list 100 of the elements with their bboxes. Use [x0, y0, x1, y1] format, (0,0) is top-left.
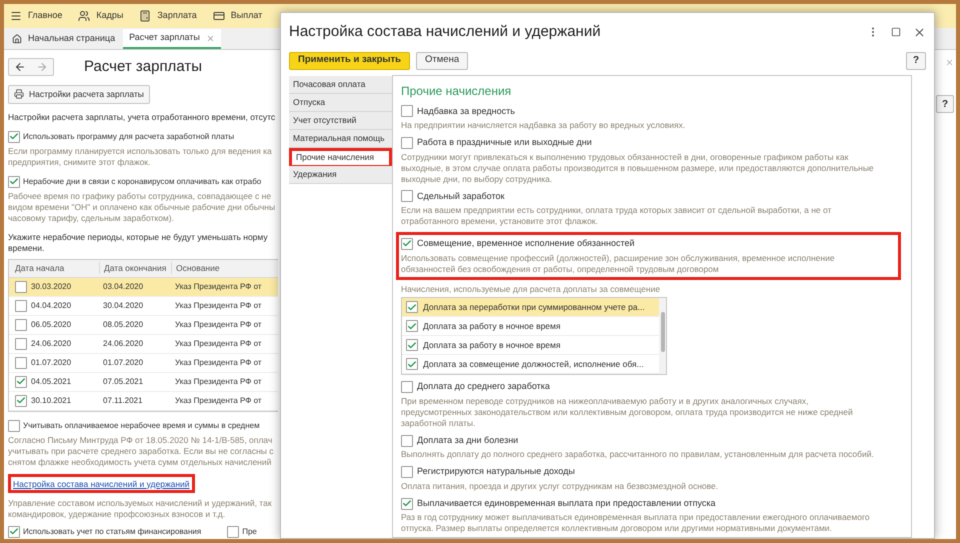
checkbox[interactable] [401, 434, 413, 446]
checkbox[interactable] [406, 301, 418, 314]
home-icon [12, 34, 22, 44]
option-hint: Использовать совмещение профессий (должностей), расширение зон обслуживания, временное исполнение обязанностей без освобождения от работы, определенной трудовым договором [401, 252, 836, 274]
checkbox[interactable] [227, 526, 240, 538]
table-cell: 30.03.2020 [31, 280, 72, 292]
checkbox[interactable] [15, 338, 27, 350]
menu-section-icon [78, 10, 90, 22]
section-heading: Прочие начисления [401, 82, 512, 100]
menu-item[interactable]: Кадры [78, 9, 124, 23]
table-cell: 24.06.2020 [31, 338, 72, 350]
menu-item[interactable]: Главное [10, 9, 62, 23]
option-label: Совмещение, временное исполнение обязанностей [417, 237, 635, 250]
checkbox[interactable] [401, 136, 413, 149]
list-item[interactable]: Доплата за совмещение должностей, исполнение обя... [402, 355, 659, 374]
menu-item[interactable]: Зарплата [139, 9, 197, 23]
table-cell-text: 30.04.2020 [102, 300, 144, 312]
section-tab[interactable]: Отпуска [289, 94, 392, 112]
menu-item[interactable]: Выплат [212, 9, 262, 23]
apply-and-close-button[interactable]: Применить и закрыть [289, 52, 410, 70]
hint-text: Согласно Письму Минтруда РФ от 18.05.2020 № 14-1/В-585, оплач учитывать при расчете среднего заработка. Если вы не согласны с снятом флажке необходимость учета сумм отдельных начислений [8, 434, 275, 468]
table-cell: 04.04.2020 [31, 300, 72, 312]
list-item-label: Доплата за переработки при суммированном учете ра... [423, 300, 645, 314]
section-tab[interactable]: Материальная помощь [289, 130, 392, 148]
settings-button[interactable]: Настройки расчета зарплаты [8, 84, 150, 104]
page-tab[interactable]: Расчет зарплаты [123, 29, 221, 49]
table-cell-text: 24.06.2020 [102, 338, 144, 350]
list-item-label: Доплата за работу в ночное время [423, 338, 560, 352]
checkbox[interactable] [401, 190, 413, 202]
cancel-button[interactable]: Отмена [416, 52, 468, 70]
option-hint: На предприятии начисляется надбавка за работу во вредных условиях. [401, 120, 686, 131]
table-row[interactable]: 04.05.2021 07.05.2021 Указ Президента РФ от [9, 372, 278, 392]
table-cell: 30.10.2021 [31, 394, 72, 406]
maximize-icon[interactable] [891, 27, 901, 38]
table-row[interactable]: 06.05.2020 08.05.2020 Указ Президента РФ от [9, 316, 278, 334]
checkbox[interactable] [8, 526, 20, 538]
option-label: Регистрируются натуральные доходы [417, 465, 575, 478]
table-row[interactable]: 01.07.2020 01.07.2020 Указ Президента РФ от [9, 354, 278, 372]
table-row[interactable]: 30.10.2021 07.11.2021 Указ Президента РФ от [9, 392, 278, 410]
option-label: Доплата до среднего заработка [417, 380, 550, 394]
checkbox[interactable] [8, 130, 20, 142]
checkbox[interactable] [8, 420, 20, 432]
table-cell-text: 08.05.2020 [102, 318, 144, 330]
checkbox[interactable] [15, 280, 27, 292]
hint-text: Если программу планируется использовать только для ведения ка предприятия, снимите этот флажок. [8, 146, 273, 168]
checkbox[interactable] [401, 381, 413, 393]
scrollbar[interactable] [659, 298, 666, 374]
checkbox[interactable] [15, 300, 27, 312]
list-item[interactable]: Доплата за переработки при суммированном учете ра... [402, 298, 659, 318]
option-hint: Оплата питания, проезда и других услуг сотрудникам на безвозмездной основе. [401, 480, 720, 492]
table-cell-text: Указ Президента РФ от [174, 318, 262, 330]
section-tab[interactable]: Учет отсутствий [289, 112, 392, 130]
checkbox[interactable] [15, 356, 27, 368]
table-cell-text: Указ Президента РФ от [174, 280, 262, 292]
checkbox[interactable] [15, 394, 27, 406]
checkbox[interactable] [15, 376, 27, 388]
option-hint: Раз в год сотруднику может выплачиваться единовременная выплата при предоставлении ежегодного оплачиваемого отпуска. Размер выплаты определяется коллективным договором или другими нормативными документами. [401, 512, 871, 534]
checkbox-label: Учитывать оплачиваемое нерабочее время и суммы в среднем [23, 420, 260, 432]
section-tab[interactable]: Прочие начисления [289, 148, 392, 166]
list-item[interactable]: Доплата за работу в ночное время [402, 336, 659, 356]
help-button[interactable]: ? [906, 52, 926, 70]
section-tab[interactable]: Почасовая оплата [289, 76, 392, 94]
menu-section-icon [10, 10, 22, 22]
checkbox[interactable] [406, 339, 418, 352]
table-row[interactable]: 04.04.2020 30.04.2020 Указ Президента РФ от [9, 296, 278, 316]
page-title: Расчет зарплаты [84, 57, 202, 77]
option-hint: При временном переводе сотрудников на нижеоплачиваемую работу и в других аналогичных случаях, предусмотренных законодательством или коллективным договором, оплата труда производится не ниже средней заработной платы. [401, 396, 854, 429]
list-item-label: Доплата за работу в ночное время [423, 320, 560, 333]
column-header[interactable]: Основание [171, 262, 278, 274]
checkbox[interactable] [401, 238, 413, 250]
checkbox[interactable] [15, 318, 27, 330]
dialog-title: Настройка состава начислений и удержаний [289, 22, 601, 42]
checkbox[interactable] [401, 105, 413, 118]
table-cell-text: Указ Президента РФ от [174, 356, 262, 368]
list-caption: Начисления, используемые для расчета доплаты за совмещение [401, 282, 662, 296]
option-hint: Сотрудники могут привлекаться к выполнению трудовых обязанностей в дни, оговоренные графиком работы как выходные, в этом случае оплата работы производится в повышенном размере, или предоставляются дополнительные выходные дни, по выбору сотрудника. [401, 152, 875, 184]
column-header[interactable]: Дата начала [9, 262, 99, 274]
settings-link[interactable]: Настройка состава начислений и удержаний [13, 478, 190, 488]
table-cell-text: 07.05.2021 [102, 376, 144, 388]
help-button[interactable]: ? [936, 95, 954, 113]
table-cell-text: 07.11.2021 [102, 394, 144, 406]
table-row[interactable]: 24.06.2020 24.06.2020 Указ Президента РФ от [9, 334, 278, 354]
printer-icon [14, 89, 24, 99]
checkbox[interactable] [401, 498, 413, 510]
option-label: Работа в праздничные или выходные дни [417, 136, 592, 149]
description-text: Настройки расчета зарплаты, учета отработанного времени, отсутс [8, 112, 276, 122]
table-cell-text: 01.07.2020 [102, 356, 144, 368]
option-label: Доплата за дни болезни [417, 434, 518, 447]
list-item[interactable]: Доплата за работу в ночное время [402, 317, 659, 336]
checkbox-label: Пре [242, 526, 257, 538]
column-header[interactable]: Дата окончания [99, 262, 171, 274]
checkbox[interactable] [401, 466, 413, 478]
table-row[interactable]: 30.03.2020 03.04.2020 Указ Президента РФ от [9, 278, 278, 296]
checkbox[interactable] [8, 176, 20, 188]
checkbox[interactable] [406, 358, 418, 370]
section-tab[interactable]: Удержания [289, 166, 392, 184]
checkbox[interactable] [406, 320, 418, 332]
option-label: Надбавка за вредность [417, 104, 515, 118]
close-icon[interactable] [913, 26, 926, 39]
table-cell-text: Указ Президента РФ от [174, 338, 262, 350]
